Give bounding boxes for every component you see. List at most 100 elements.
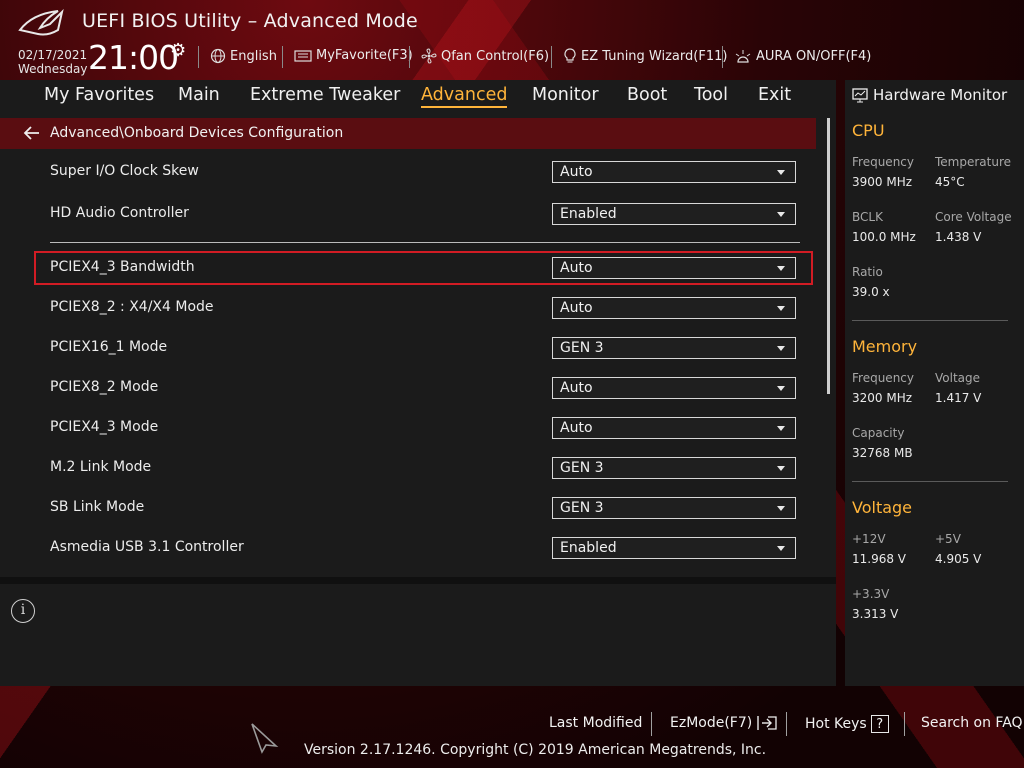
ezmode-button[interactable]: EzMode(F7) bbox=[670, 715, 778, 731]
keyboard-icon bbox=[294, 49, 312, 62]
tab-extreme-tweaker[interactable]: Extreme Tweaker bbox=[250, 85, 400, 105]
memory-heading: Memory bbox=[852, 337, 918, 356]
search-faq-button[interactable]: Search on FAQ bbox=[921, 715, 1023, 731]
qfan-label: Qfan Control(F6) bbox=[441, 48, 550, 64]
toolbar-divider bbox=[551, 46, 552, 68]
setting-label-m2-link-mode: M.2 Link Mode bbox=[50, 459, 152, 475]
rog-logo-icon bbox=[18, 8, 64, 36]
cpu-bclk-value: 100.0 MHz bbox=[852, 230, 916, 244]
setting-label-asmedia-usb31-controller: Asmedia USB 3.1 Controller bbox=[50, 539, 244, 555]
help-key-icon: ? bbox=[870, 715, 889, 733]
scrollbar[interactable] bbox=[827, 118, 830, 394]
clock: 21:00 bbox=[88, 38, 179, 77]
hw-divider bbox=[852, 320, 1008, 321]
chevron-down-icon bbox=[777, 306, 785, 311]
v12-label: +12V bbox=[852, 532, 886, 546]
hardware-monitor-label: Hardware Monitor bbox=[873, 86, 1008, 104]
memory-voltage-label: Voltage bbox=[935, 371, 981, 385]
chevron-down-icon bbox=[777, 386, 785, 391]
ez-tuning-button[interactable]: EZ Tuning Wizard(F11) bbox=[563, 48, 727, 64]
date-display: 02/17/2021 Wednesday bbox=[18, 48, 87, 76]
cpu-temperature-value: 45°C bbox=[935, 175, 965, 189]
dropdown-pciex4-3-bandwidth[interactable]: Auto bbox=[552, 257, 796, 279]
tab-my-favorites[interactable]: My Favorites bbox=[44, 85, 154, 105]
setting-label-sb-link-mode: SB Link Mode bbox=[50, 499, 145, 515]
dropdown-m2-link-mode[interactable]: GEN 3 bbox=[552, 457, 796, 479]
chevron-down-icon bbox=[777, 546, 785, 551]
dropdown-pciex8-2-mode[interactable]: Auto bbox=[552, 377, 796, 399]
chevron-down-icon bbox=[777, 506, 785, 511]
setting-label-pciex8-2-x4x4-mode: PCIEX8_2 : X4/X4 Mode bbox=[50, 299, 214, 315]
cpu-heading: CPU bbox=[852, 121, 885, 140]
cpu-frequency-value: 3900 MHz bbox=[852, 175, 913, 189]
lightbulb-icon bbox=[564, 48, 576, 63]
toolbar-divider bbox=[722, 46, 723, 68]
v5-value: 4.905 V bbox=[935, 552, 982, 566]
back-arrow-icon[interactable] bbox=[22, 124, 42, 142]
ezmode-label: EzMode(F7) bbox=[670, 715, 753, 731]
help-panel-divider bbox=[0, 577, 836, 584]
dropdown-value: Auto bbox=[560, 260, 593, 276]
memory-frequency-label: Frequency bbox=[852, 371, 914, 385]
dropdown-asmedia-usb31-controller[interactable]: Enabled bbox=[552, 537, 796, 559]
language-label: English bbox=[230, 48, 277, 64]
gear-icon[interactable]: ⚙ bbox=[170, 40, 186, 61]
hw-divider bbox=[852, 481, 1008, 482]
chevron-down-icon bbox=[777, 346, 785, 351]
last-modified-label: Last Modified bbox=[549, 715, 643, 731]
myfavorite-label: MyFavorite(F3) bbox=[316, 48, 413, 63]
cpu-core-voltage-value: 1.438 V bbox=[935, 230, 982, 244]
tab-monitor[interactable]: Monitor bbox=[532, 85, 599, 105]
dropdown-hd-audio-controller[interactable]: Enabled bbox=[552, 203, 796, 225]
dropdown-value: Auto bbox=[560, 164, 593, 180]
aura-label: AURA ON/OFF(F4) bbox=[756, 48, 872, 64]
myfavorite-button[interactable]: MyFavorite(F3) bbox=[294, 48, 413, 63]
date-text: 02/17/2021 bbox=[18, 48, 88, 62]
dropdown-pciex16-1-mode[interactable]: GEN 3 bbox=[552, 337, 796, 359]
chevron-down-icon bbox=[777, 266, 785, 271]
qfan-button[interactable]: Qfan Control(F6) bbox=[421, 48, 549, 64]
cpu-bclk-label: BCLK bbox=[852, 210, 883, 224]
tab-main[interactable]: Main bbox=[178, 85, 220, 105]
toolbar-divider bbox=[409, 46, 410, 68]
language-button[interactable]: English bbox=[210, 48, 277, 64]
hotkeys-button[interactable]: Hot Keys ? bbox=[805, 715, 889, 733]
mouse-cursor-icon bbox=[251, 723, 279, 754]
monitor-icon bbox=[852, 87, 868, 102]
dropdown-value: GEN 3 bbox=[560, 340, 604, 356]
setting-label-hd-audio-controller: HD Audio Controller bbox=[50, 205, 189, 221]
cpu-ratio-value: 39.0 x bbox=[852, 285, 890, 299]
chevron-down-icon bbox=[777, 212, 785, 217]
breadcrumb: Advanced\Onboard Devices Configuration bbox=[50, 125, 344, 141]
tab-advanced[interactable]: Advanced bbox=[421, 85, 508, 108]
tab-exit[interactable]: Exit bbox=[758, 85, 791, 105]
hotkeys-label: Hot Keys bbox=[805, 716, 867, 732]
chevron-down-icon bbox=[777, 426, 785, 431]
ez-tuning-label: EZ Tuning Wizard(F11) bbox=[581, 48, 728, 64]
footer-divider bbox=[904, 712, 905, 736]
dropdown-super-io-clock-skew[interactable]: Auto bbox=[552, 161, 796, 183]
chevron-down-icon bbox=[777, 466, 785, 471]
day-text: Wednesday bbox=[18, 62, 88, 76]
dropdown-sb-link-mode[interactable]: GEN 3 bbox=[552, 497, 796, 519]
dropdown-value: Auto bbox=[560, 420, 593, 436]
globe-icon bbox=[210, 48, 226, 64]
tab-boot[interactable]: Boot bbox=[627, 85, 667, 105]
footer-divider bbox=[651, 712, 652, 736]
dropdown-pciex4-3-mode[interactable]: Auto bbox=[552, 417, 796, 439]
setting-label-pciex4-3-mode: PCIEX4_3 Mode bbox=[50, 419, 159, 435]
fan-icon bbox=[421, 48, 437, 64]
cpu-frequency-label: Frequency bbox=[852, 155, 914, 169]
voltage-heading: Voltage bbox=[852, 498, 913, 517]
cpu-ratio-label: Ratio bbox=[852, 265, 883, 279]
setting-label-pciex16-1-mode: PCIEX16_1 Mode bbox=[50, 339, 168, 355]
app-title: UEFI BIOS Utility – Advanced Mode bbox=[82, 10, 418, 32]
exit-arrow-icon bbox=[757, 716, 777, 730]
dropdown-value: Enabled bbox=[560, 206, 617, 222]
dropdown-pciex8-2-x4x4-mode[interactable]: Auto bbox=[552, 297, 796, 319]
v12-value: 11.968 V bbox=[852, 552, 907, 566]
tab-tool[interactable]: Tool bbox=[694, 85, 728, 105]
aura-button[interactable]: AURA ON/OFF(F4) bbox=[734, 48, 871, 64]
last-modified-button[interactable]: Last Modified bbox=[549, 715, 642, 731]
cpu-temperature-label: Temperature bbox=[935, 155, 1012, 169]
